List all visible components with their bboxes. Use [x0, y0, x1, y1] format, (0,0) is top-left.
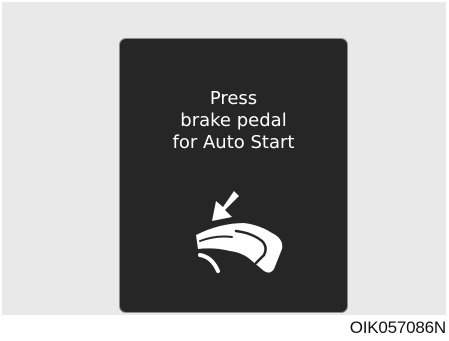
- illustration-frame: Press brake pedal for Auto Start: [2, 2, 446, 315]
- message-line-3: for Auto Start: [172, 132, 295, 153]
- cluster-display: Press brake pedal for Auto Start: [119, 38, 348, 313]
- figure-code: OIK057086N: [349, 318, 446, 337]
- message-line-2: brake pedal: [180, 110, 287, 131]
- auto-start-message: Press brake pedal for Auto Start: [120, 88, 347, 154]
- message-line-1: Press: [209, 88, 258, 109]
- brake-pedal-foot-icon: [196, 191, 283, 273]
